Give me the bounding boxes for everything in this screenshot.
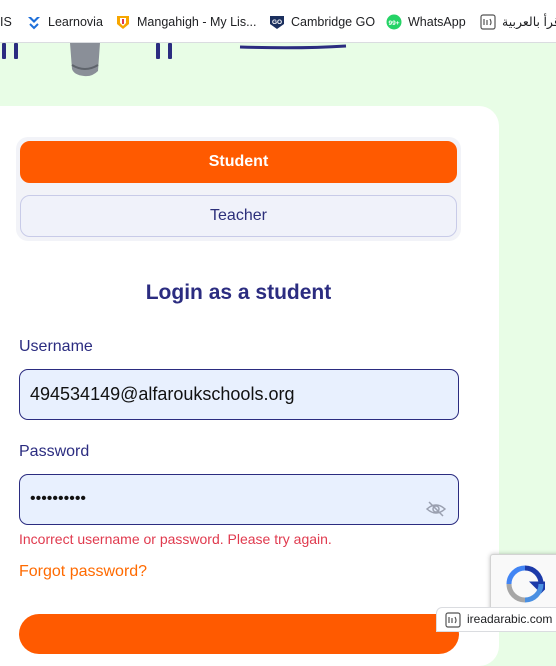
recaptcha-icon: [505, 564, 554, 609]
username-input[interactable]: 494534149@alfaroukschools.org: [19, 369, 459, 420]
bookmarks-bar: IS Learnovia Mangahigh - My Lis... GO Ca…: [0, 0, 556, 43]
bookmark-whatsapp[interactable]: 99+ WhatsApp: [386, 12, 466, 32]
bookmark-mangahigh[interactable]: Mangahigh - My Lis...: [115, 12, 257, 32]
bookmark-label: أقرأ بالعربية: [502, 15, 556, 29]
bookmark-label: WhatsApp: [408, 15, 466, 29]
teacher-role-button[interactable]: Teacher: [20, 195, 457, 237]
student-role-button[interactable]: Student: [20, 141, 457, 183]
cambridge-go-icon: GO: [269, 14, 285, 30]
bookmark-label: Mangahigh - My Lis...: [137, 15, 257, 29]
recaptcha-badge[interactable]: [490, 554, 556, 612]
status-bar: ireadarabic.com: [436, 607, 556, 632]
bookmark-label: Cambridge GO: [291, 15, 376, 29]
bookmark-cambridge-go[interactable]: GO Cambridge GO: [269, 12, 375, 32]
login-button[interactable]: [19, 614, 459, 654]
username-label: Username: [19, 338, 93, 355]
learnovia-icon: [26, 14, 42, 30]
iread-icon: [445, 611, 461, 628]
header-illustration: [0, 43, 556, 105]
password-value: ••••••••••: [30, 490, 87, 507]
whatsapp-badge: 99+: [388, 20, 399, 27]
mangahigh-icon: [115, 14, 131, 30]
whatsapp-icon: 99+: [386, 14, 402, 30]
bookmark-label: IS: [0, 15, 12, 29]
forgot-password-link[interactable]: Forgot password?: [19, 563, 147, 581]
bookmark-learnovia[interactable]: Learnovia: [26, 12, 103, 32]
status-url: ireadarabic.com: [467, 612, 553, 626]
page-title: Login as a student: [145, 281, 332, 304]
bookmark-iread[interactable]: أقرأ بالعربية: [480, 12, 556, 32]
password-label: Password: [19, 443, 90, 460]
password-input[interactable]: ••••••••••: [19, 474, 459, 525]
username-value: 494534149@alfaroukschools.org: [30, 384, 295, 404]
eye-off-icon[interactable]: [425, 490, 447, 517]
bookmark-is[interactable]: IS: [0, 12, 12, 32]
bookmark-label: Learnovia: [48, 15, 103, 29]
iread-icon: [480, 14, 496, 30]
login-error-message: Incorrect username or password. Please t…: [19, 531, 332, 547]
svg-text:GO: GO: [272, 19, 282, 26]
